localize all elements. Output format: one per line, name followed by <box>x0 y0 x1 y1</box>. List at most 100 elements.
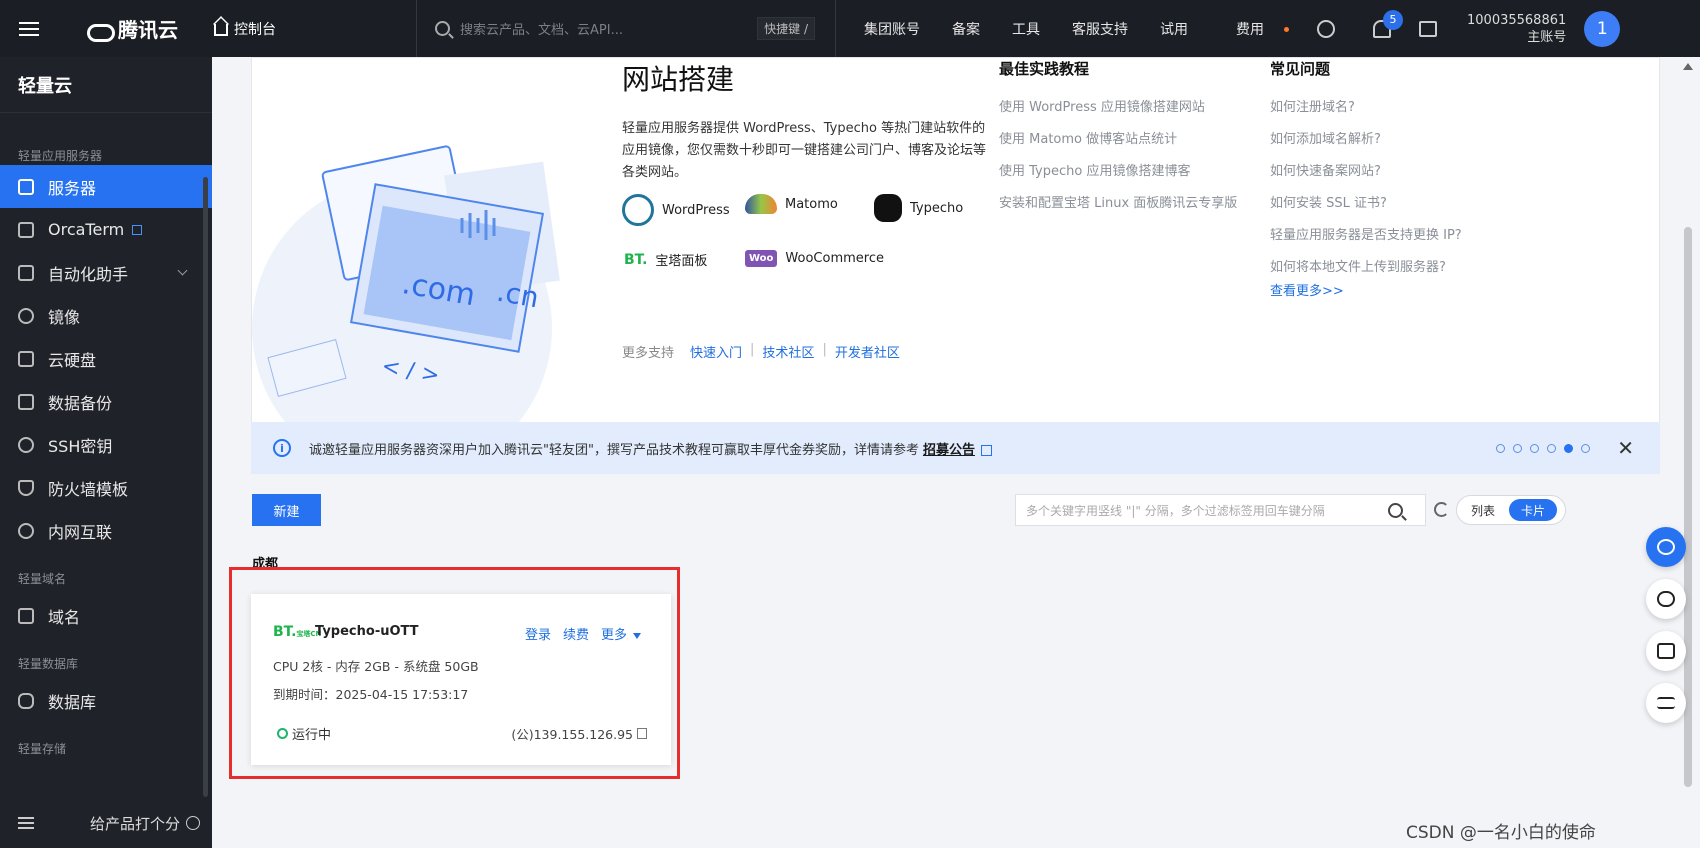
app-matomo[interactable]: Matomo <box>745 194 838 214</box>
sidebar-item-backup[interactable]: 数据备份 <box>0 380 212 423</box>
nav-group-account[interactable]: 集团账号 <box>848 19 936 39</box>
login-link[interactable]: 登录 <box>525 624 551 643</box>
account-id: 100035568861 <box>1467 12 1567 28</box>
backup-icon <box>18 393 34 410</box>
external-link-icon <box>980 444 992 456</box>
faq-link[interactable]: 如何添加域名解析? <box>1270 128 1462 160</box>
scroll-up-icon[interactable] <box>1683 63 1693 70</box>
nav-tools[interactable]: 工具 <box>996 19 1056 39</box>
best-practice-link[interactable]: 使用 Typecho 应用镜像搭建博客 <box>999 160 1237 192</box>
database-icon <box>18 692 34 709</box>
sidebar-item-database[interactable]: 数据库 <box>0 679 212 722</box>
refresh-icon[interactable] <box>1434 502 1449 517</box>
app-typecho[interactable]: Typecho <box>874 194 963 222</box>
caret-down-icon <box>633 632 641 639</box>
app-label: WordPress <box>662 202 730 218</box>
carousel-dot[interactable] <box>1547 443 1556 453</box>
outline-button[interactable] <box>1646 683 1686 723</box>
hamburger-icon <box>19 21 39 36</box>
faq-link[interactable]: 如何安装 SSL 证书? <box>1270 192 1462 224</box>
more-dropdown[interactable]: 更多 <box>601 624 641 643</box>
view-more-link[interactable]: 查看更多>> <box>1270 280 1344 299</box>
more-support: 更多支持 快速入门 | 技术社区 | 开发者社区 <box>622 342 900 361</box>
best-practice-link[interactable]: 安装和配置宝塔 Linux 面板腾讯云专享版 <box>999 192 1237 224</box>
instance-actions: 登录 续费 更多 <box>525 624 641 643</box>
view-card-option[interactable]: 卡片 <box>1509 499 1558 521</box>
sidebar-item-network[interactable]: 内网互联 <box>0 509 212 552</box>
best-practice-link[interactable]: 使用 WordPress 应用镜像搭建网站 <box>999 96 1237 128</box>
sidebar-footer[interactable]: 给产品打个分 <box>0 798 212 848</box>
sidebar-title: 轻量云 <box>0 57 212 113</box>
assistant-icon[interactable] <box>1317 19 1335 38</box>
faq-link[interactable]: 如何注册域名? <box>1270 96 1462 128</box>
renew-link[interactable]: 续费 <box>563 624 589 643</box>
sidebar-item-label: SSH密钥 <box>48 436 113 456</box>
sidebar-item-label: 自动化助手 <box>48 264 129 284</box>
global-search[interactable]: 搜索云产品、文档、云API... 快捷键 / <box>416 0 836 57</box>
search-icon[interactable] <box>1388 502 1403 518</box>
sidebar-scrollbar[interactable] <box>203 177 208 797</box>
filter-input[interactable]: 多个关键字用竖线 "|" 分隔，多个过滤标签用回车键分隔 <box>1015 494 1426 526</box>
carousel-dot-active[interactable] <box>1564 443 1573 453</box>
nav-support[interactable]: 客服支持 <box>1056 19 1144 39</box>
account-info[interactable]: 100035568861 主账号 <box>1467 12 1566 46</box>
carousel-dot[interactable] <box>1496 443 1505 453</box>
nav-billing[interactable]: 费用 <box>1204 19 1305 39</box>
faq-link[interactable]: 如何快速备案网站? <box>1270 160 1462 192</box>
filter-placeholder: 多个关键字用竖线 "|" 分隔，多个过滤标签用回车键分隔 <box>1026 503 1325 518</box>
nav-filing[interactable]: 备案 <box>936 19 996 39</box>
app-baota[interactable]: BT. 宝塔面板 <box>624 250 707 270</box>
cloud-assistant-button[interactable] <box>1646 579 1686 619</box>
sidebar-item-automation[interactable]: 自动化助手 <box>0 251 212 294</box>
docs-button[interactable] <box>1646 631 1686 671</box>
app-woocommerce[interactable]: Woo WooCommerce <box>745 250 884 267</box>
sidebar-item-disks[interactable]: 云硬盘 <box>0 337 212 380</box>
avatar[interactable]: 1 <box>1584 10 1621 47</box>
sidebar: 轻量云 轻量应用服务器 服务器 OrcaTerm 自动化助手 镜像 云硬盘 数据… <box>0 57 212 848</box>
recruit-link[interactable]: 招募公告 <box>923 443 975 458</box>
sidebar-item-images[interactable]: 镜像 <box>0 294 212 337</box>
faq-link[interactable]: 轻量应用服务器是否支持更换 IP? <box>1270 224 1462 256</box>
workorder-icon[interactable] <box>1419 20 1437 37</box>
sidebar-item-firewall[interactable]: 防火墙模板 <box>0 466 212 509</box>
carousel-dot[interactable] <box>1513 443 1522 453</box>
customer-service-button[interactable] <box>1646 527 1686 567</box>
sidebar-item-servers[interactable]: 服务器 <box>0 165 212 208</box>
link-dev-community[interactable]: 开发者社区 <box>835 342 900 361</box>
sidebar-item-ssh-keys[interactable]: SSH密钥 <box>0 423 212 466</box>
nav-billing-label: 费用 <box>1236 21 1264 38</box>
cube-icon <box>18 178 34 195</box>
floating-tools <box>1646 527 1686 735</box>
best-practice-link[interactable]: 使用 Matomo 做博客站点统计 <box>999 128 1237 160</box>
sidebar-item-domains[interactable]: 域名 <box>0 594 212 637</box>
brand-logo[interactable]: 腾讯云 <box>84 14 178 43</box>
sidebar-item-orcaterm[interactable]: OrcaTerm <box>0 208 212 251</box>
instance-name[interactable]: Typecho-uOTT <box>315 624 419 639</box>
carousel-dot[interactable] <box>1530 443 1539 453</box>
link-quick-start[interactable]: 快速入门 <box>690 342 742 361</box>
collapse-icon[interactable] <box>18 817 34 829</box>
website-build-banner: .com .cn < / > 网站搭建 轻量应用服务器提供 WordPress、… <box>251 57 1660 433</box>
close-icon[interactable]: ✕ <box>1617 436 1634 460</box>
search-icon <box>435 21 450 36</box>
top-navigation-bar: 腾讯云 控制台 搜索云产品、文档、云API... 快捷键 / 集团账号 备案 工… <box>0 0 1700 57</box>
sidebar-section-domain: 轻量域名 <box>18 572 67 586</box>
notification-badge: 5 <box>1383 9 1403 30</box>
banner-title: 网站搭建 <box>622 63 735 96</box>
copy-icon[interactable] <box>637 728 647 739</box>
link-tech-community[interactable]: 技术社区 <box>762 342 814 361</box>
app-wordpress[interactable]: WordPress <box>622 194 730 226</box>
view-toggle: 列表 卡片 <box>1456 495 1566 525</box>
baota-icon: BT. <box>624 251 648 268</box>
console-link[interactable]: 控制台 <box>214 19 276 39</box>
new-instance-button[interactable]: 新建 <box>252 494 321 526</box>
sidebar-item-label: 数据库 <box>48 692 97 712</box>
bell-icon[interactable]: 5 <box>1373 9 1403 38</box>
view-list-option[interactable]: 列表 <box>1457 502 1509 519</box>
carousel-dot[interactable] <box>1581 443 1590 453</box>
nav-trial[interactable]: 试用 <box>1144 19 1204 39</box>
chevron-down-icon <box>177 265 188 276</box>
instance-card[interactable]: BT.宝塔CN Typecho-uOTT 登录 续费 更多 CPU 2核 - 内… <box>251 594 671 765</box>
image-icon <box>18 307 34 324</box>
menu-button[interactable] <box>0 0 58 57</box>
